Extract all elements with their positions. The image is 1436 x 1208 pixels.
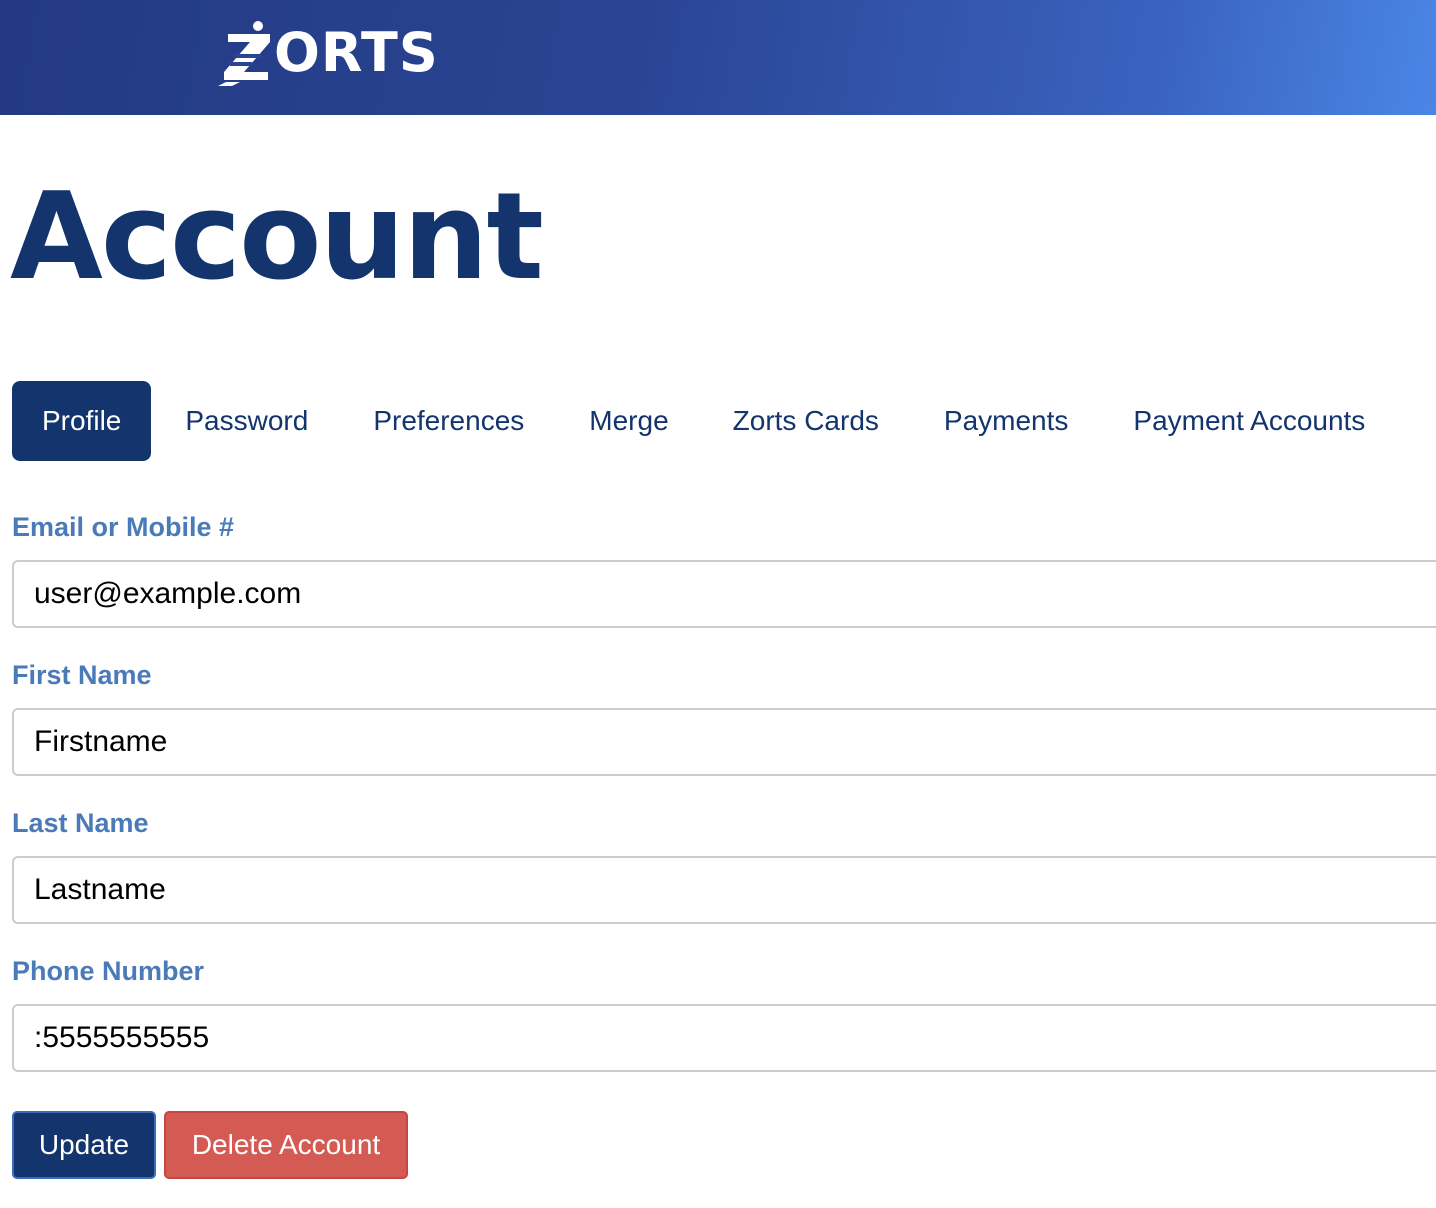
tab-profile[interactable]: Profile <box>12 381 152 461</box>
email-field[interactable] <box>12 560 1436 628</box>
tab-password[interactable]: Password <box>185 381 308 461</box>
site-header: ORTS <box>0 0 1436 115</box>
zorts-z-runner-icon <box>218 20 278 86</box>
tab-payments[interactable]: Payments <box>944 381 1069 461</box>
email-label: Email or Mobile # <box>12 512 235 542</box>
page-title: Account <box>10 168 544 307</box>
phone-field[interactable] <box>12 1004 1436 1072</box>
tab-preferences[interactable]: Preferences <box>373 381 524 461</box>
tab-zorts-cards[interactable]: Zorts Cards <box>733 381 879 461</box>
logo-wordmark: ORTS <box>274 21 439 84</box>
zorts-logo[interactable]: ORTS <box>218 18 439 88</box>
phone-label: Phone Number <box>12 956 205 986</box>
tab-merge[interactable]: Merge <box>589 381 668 461</box>
first-name-field[interactable] <box>12 708 1436 776</box>
last-name-field[interactable] <box>12 856 1436 924</box>
last-name-label: Last Name <box>12 808 149 838</box>
update-button[interactable]: Update <box>12 1111 156 1179</box>
first-name-label: First Name <box>12 660 152 690</box>
delete-account-button[interactable]: Delete Account <box>164 1111 408 1179</box>
tab-payment-accounts[interactable]: Payment Accounts <box>1133 381 1365 461</box>
account-tabs: Profile Password Preferences Merge Zorts… <box>12 381 1365 461</box>
